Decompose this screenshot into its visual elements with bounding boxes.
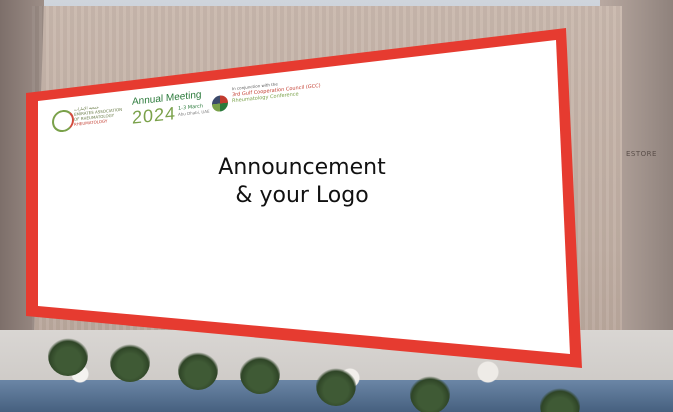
announcement-line-2: & your Logo xyxy=(235,183,369,208)
association-name: جمعية الإمارات EMIRATES ASSOCIATION OF R… xyxy=(74,104,123,127)
exhibition-scene: ESTORE جمعية الإمارات EMIRATES ASSOCIATI… xyxy=(0,0,673,412)
meeting-date: 1-3 March Abu Dhabi, UAE xyxy=(178,103,210,117)
announcement-line-1: Announcement xyxy=(218,155,386,180)
gcc-emblem-icon xyxy=(212,94,228,113)
association-emblem-icon xyxy=(52,108,74,134)
meeting-year: 2024 xyxy=(132,103,177,128)
announcement-text: Announcement & your Logo xyxy=(176,154,428,210)
